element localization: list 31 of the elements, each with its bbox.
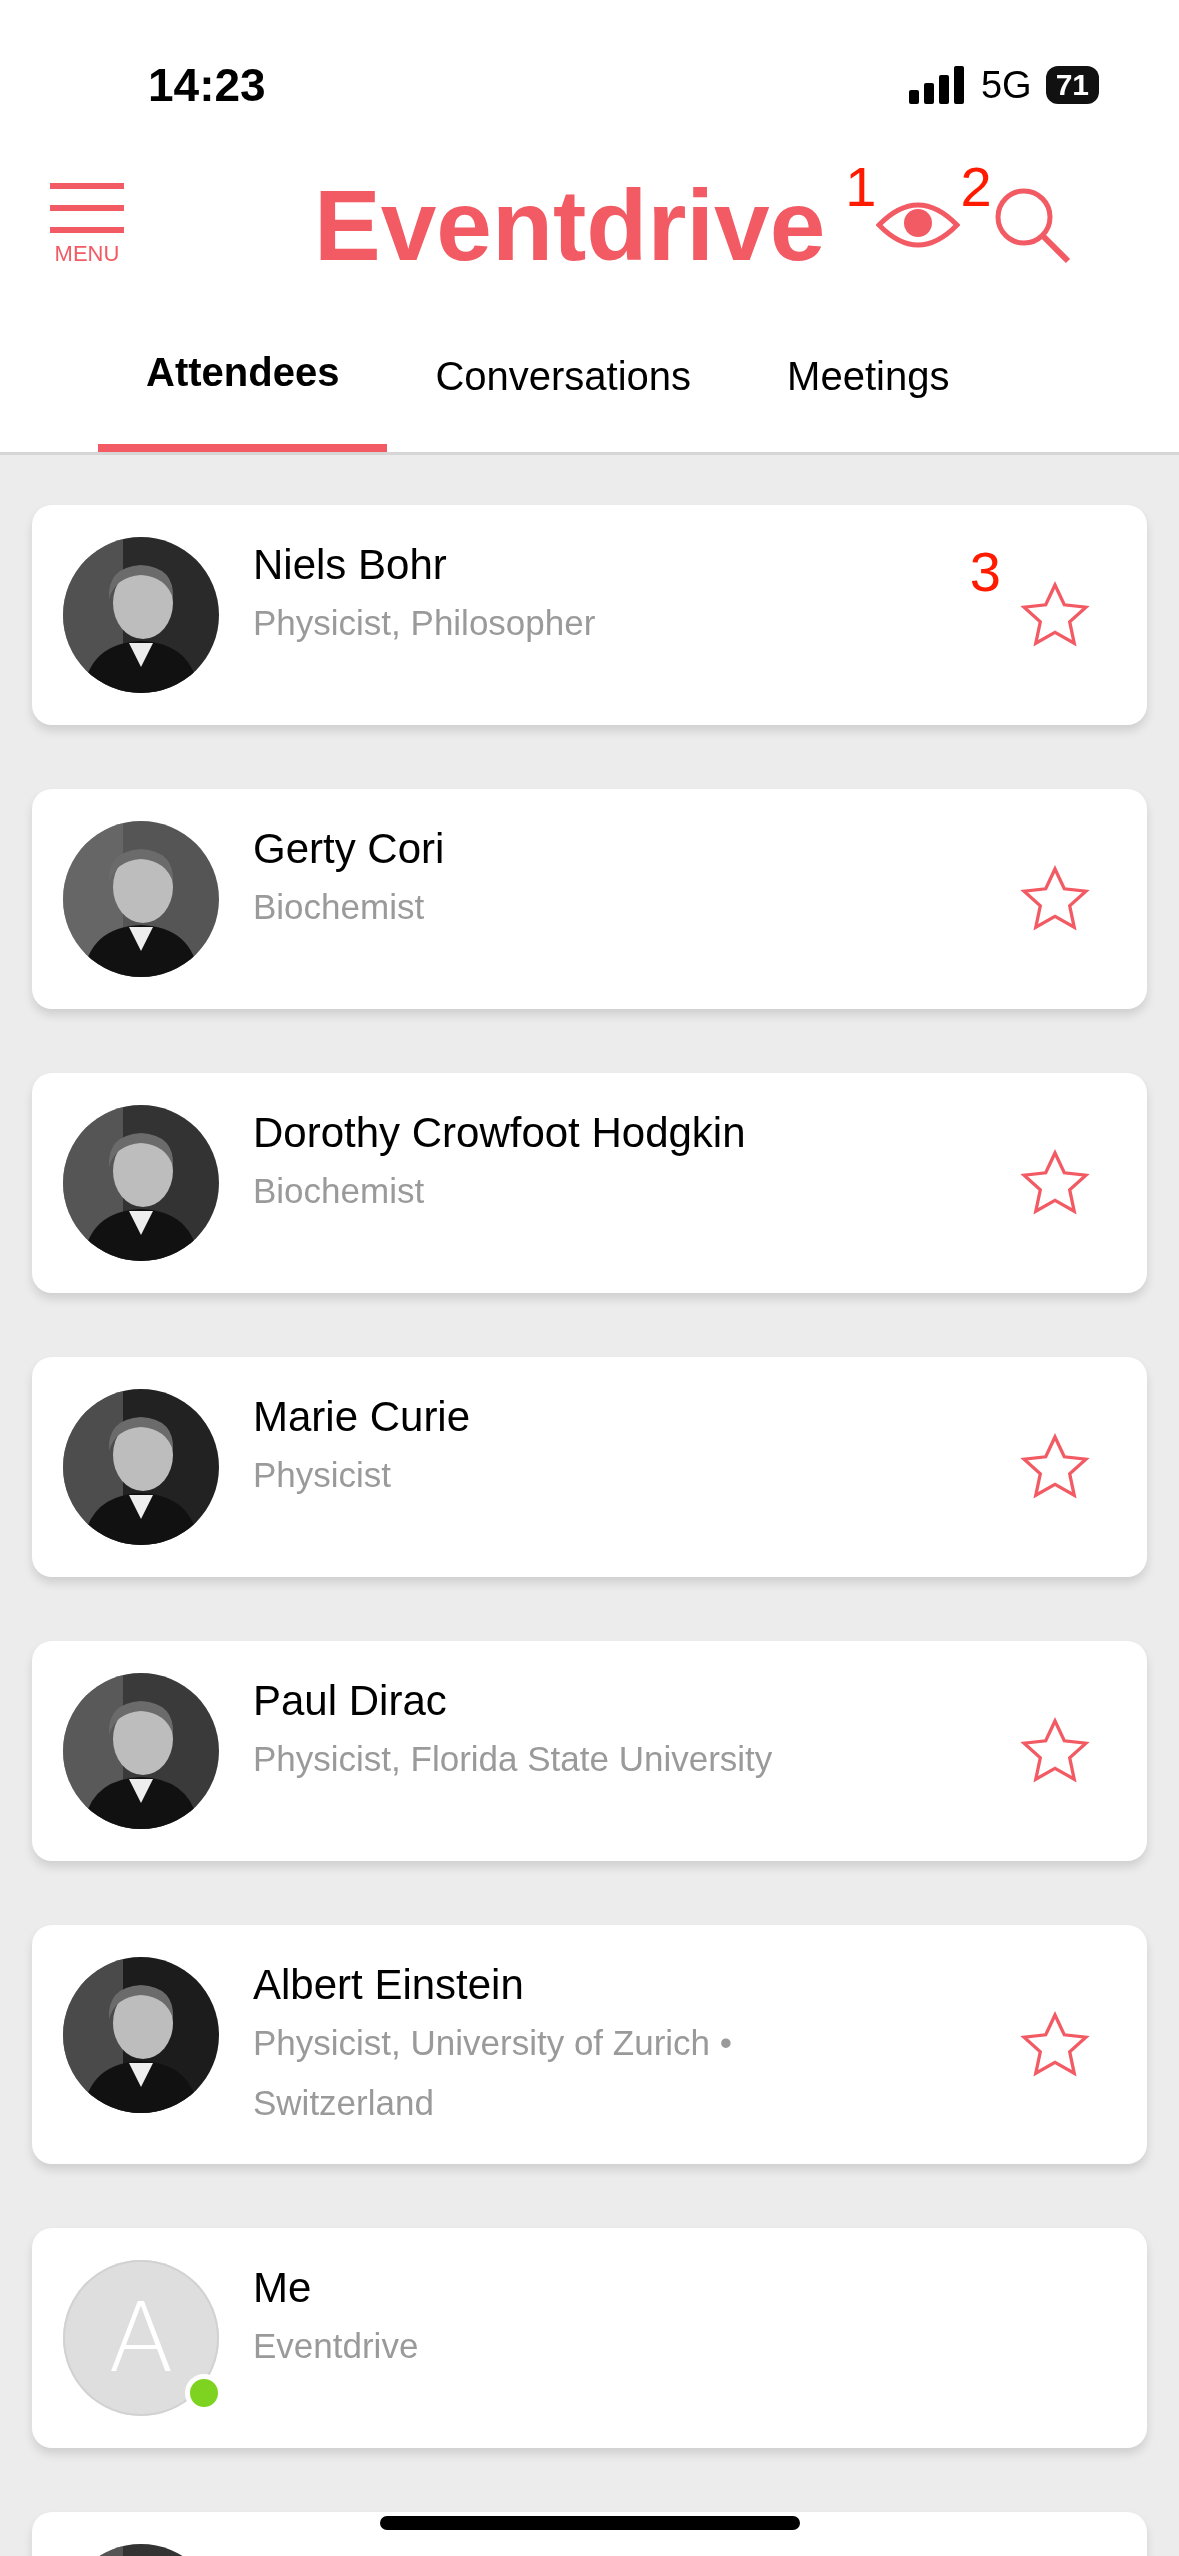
tab[interactable]: Meetings <box>739 300 998 452</box>
annotation-number: 2 <box>960 154 992 219</box>
signal-icon <box>908 66 967 104</box>
attendee-subtitle: Physicist <box>253 1454 393 1496</box>
attendee-name: Gerty Cori <box>253 825 445 873</box>
attendee-card[interactable]: Albert Einstein Physicist, University of Zurich • Switzerland <box>32 1925 1147 2164</box>
attendee-name: Marie Curie <box>253 1393 471 1441</box>
attendee-subtitle: Biochemist <box>253 1170 426 1212</box>
attendee-card[interactable]: Marie Curie Physicist <box>32 1357 1147 1577</box>
attendee-card[interactable]: Paul Dirac Physicist, Florida State University <box>32 1641 1147 1861</box>
annotation-number: 3 <box>969 539 1001 604</box>
attendee-subtitle: Physicist, Philosopher <box>253 602 597 644</box>
network-label: 5G <box>980 63 1032 107</box>
tab[interactable]: Conversations <box>387 300 740 452</box>
attendee-subtitle: Physicist, Florida State University <box>253 1738 774 1780</box>
attendee-subtitle: Biochemist <box>253 886 426 928</box>
attendee-name: Dorothy Crowfoot Hodgkin <box>253 1109 746 1157</box>
attendee-card[interactable]: Dorothy Crowfoot Hodgkin Biochemist <box>32 1073 1147 1293</box>
status-time: 14:23 <box>148 58 266 112</box>
attendee-name: Me <box>253 2264 312 2312</box>
battery-level: 71 <box>1045 66 1099 104</box>
annotation-number: 1 <box>845 154 877 219</box>
attendee-subtitle: Physicist, University of Zurich • Switzerland <box>253 2022 734 2124</box>
attendee-name: Paul Dirac <box>253 1677 447 1725</box>
attendee-name: Albert Einstein <box>253 1961 524 2009</box>
tab[interactable]: Attendees <box>98 300 388 452</box>
attendee-name: Niels Bohr <box>253 541 447 589</box>
app-logo: Eventdrive <box>314 167 826 283</box>
attendee-subtitle: Eventdrive <box>253 2325 420 2367</box>
attendee-card[interactable]: Niels Bohr Physicist, Philosopher 3 <box>32 505 1147 725</box>
attendee-card[interactable]: Gerty Cori Biochemist <box>32 789 1147 1009</box>
